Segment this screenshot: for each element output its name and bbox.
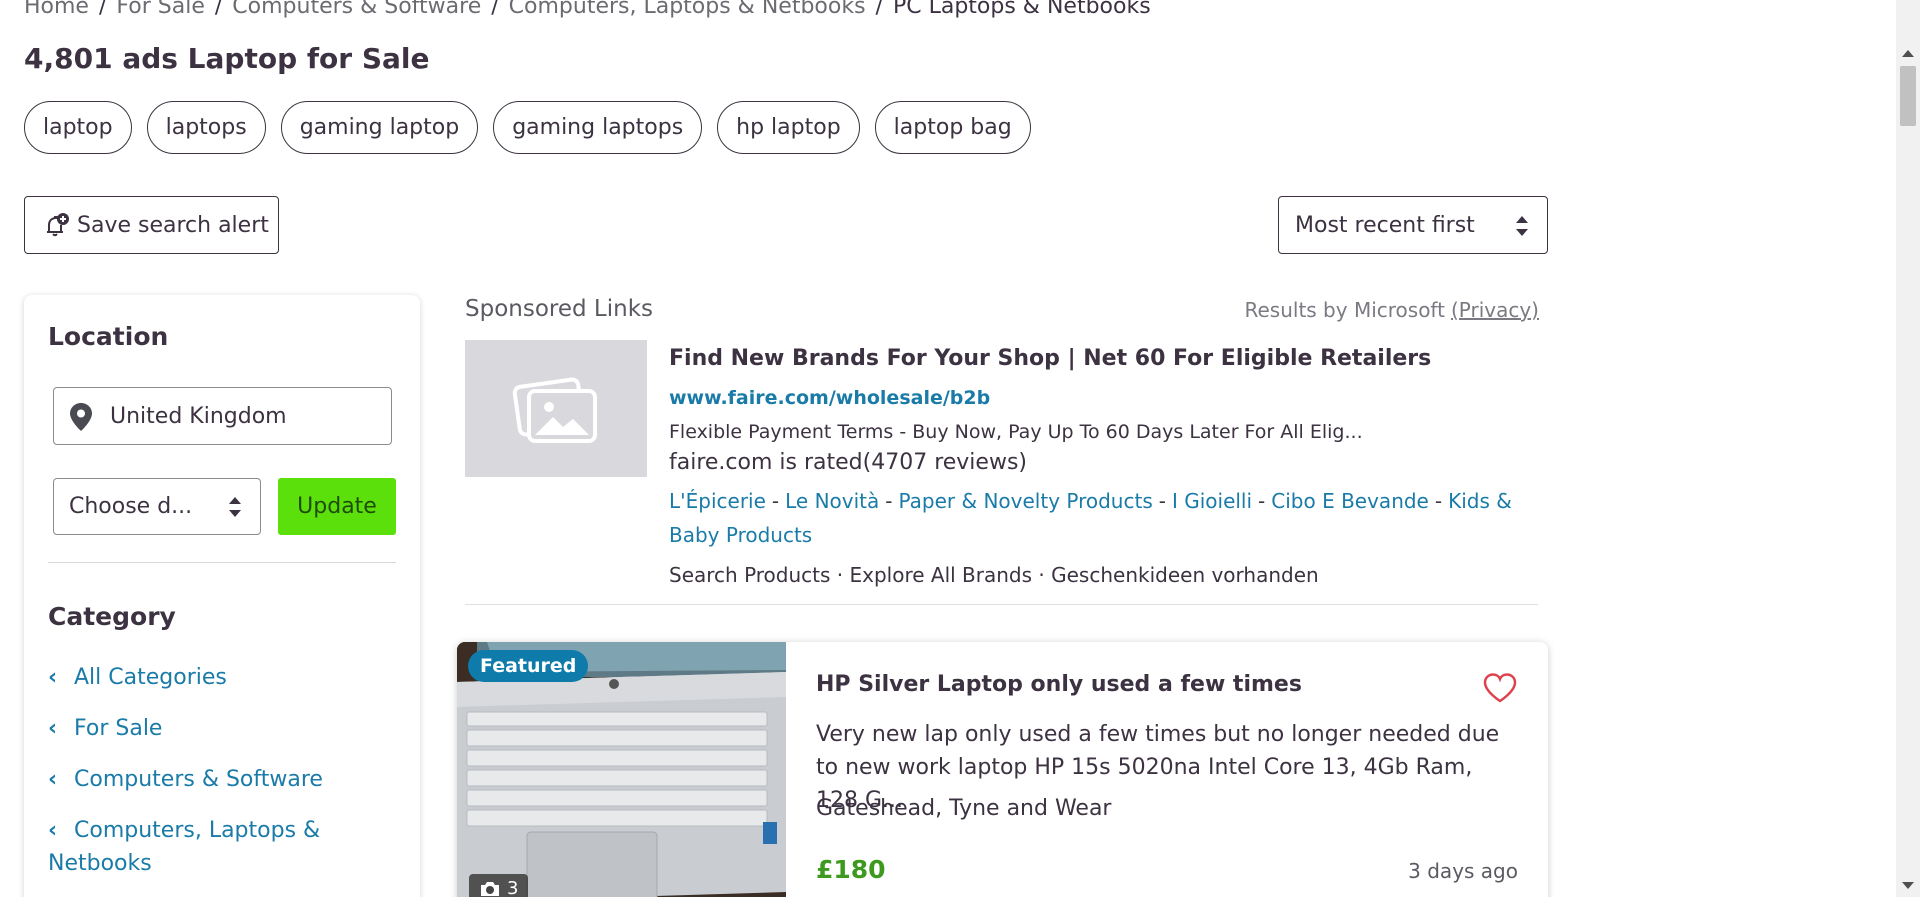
- breadcrumb-computers-software[interactable]: Computers & Software: [232, 0, 481, 19]
- chevron-left-icon: ‹: [48, 818, 58, 843]
- sitelink-separator: -: [885, 489, 893, 513]
- ad-sitelink[interactable]: Paper & Novelty Products: [899, 489, 1153, 513]
- category-item-computers-laptops[interactable]: ‹ Computers, Laptops & Netbooks: [48, 814, 398, 880]
- category-item-all[interactable]: ‹ All Categories: [48, 661, 398, 694]
- breadcrumb-home[interactable]: Home: [24, 0, 89, 19]
- chip-hp-laptop[interactable]: hp laptop: [717, 101, 860, 154]
- breadcrumb-separator: /: [98, 0, 107, 19]
- listing-photo[interactable]: Featured 3: [457, 642, 786, 897]
- listing-time: 3 days ago: [1408, 859, 1518, 883]
- sitelink-separator: -: [1158, 489, 1166, 513]
- listing-card[interactable]: Featured 3 HP Silver Laptop only used a …: [457, 642, 1548, 897]
- category-heading: Category: [48, 602, 176, 631]
- scroll-thumb[interactable]: [1900, 66, 1916, 126]
- chip-gaming-laptops[interactable]: gaming laptops: [493, 101, 703, 154]
- ad-sitelink[interactable]: Cibo E Bevande: [1271, 489, 1429, 513]
- chevron-left-icon: ‹: [48, 767, 58, 792]
- ad-description: Flexible Payment Terms - Buy Now, Pay Up…: [669, 421, 1363, 443]
- sitelink-separator: -: [771, 489, 780, 513]
- save-search-alert-button[interactable]: Save search alert: [24, 196, 279, 254]
- sitelink-separator: -: [1258, 489, 1266, 513]
- category-item-for-sale[interactable]: ‹ For Sale: [48, 712, 398, 745]
- featured-badge: Featured: [468, 650, 589, 682]
- chip-gaming-laptop[interactable]: gaming laptop: [280, 101, 479, 154]
- ad-sitelink[interactable]: L'Épicerie: [669, 489, 766, 513]
- category-item-label: For Sale: [74, 716, 163, 741]
- sponsored-links-heading: Sponsored Links: [465, 296, 653, 322]
- chip-laptop[interactable]: laptop: [24, 101, 132, 154]
- chevron-left-icon: ‹: [48, 665, 58, 690]
- results-by-microsoft: Results by Microsoft (Privacy): [1244, 298, 1539, 322]
- distance-select-value: Choose d...: [69, 494, 193, 519]
- listing-location: Gateshead, Tyne and Wear: [816, 796, 1112, 821]
- chip-laptop-bag[interactable]: laptop bag: [874, 101, 1031, 154]
- ad-divider: [465, 604, 1538, 605]
- category-item-computers-software[interactable]: ‹ Computers & Software: [48, 763, 398, 796]
- sort-select[interactable]: Most recent first: [1278, 196, 1548, 254]
- location-input-value: United Kingdom: [110, 403, 287, 429]
- breadcrumb-separator: /: [875, 0, 883, 19]
- photo-count: 3: [507, 878, 519, 897]
- page-title: 4,801 ads Laptop for Sale: [24, 42, 430, 75]
- bell-plus-icon: [47, 213, 69, 237]
- breadcrumb: Home / For Sale / Computers & Software / Compu…: [24, 0, 1151, 19]
- category-list: ‹ All Categories ‹ For Sale ‹ Computers & S…: [48, 661, 398, 897]
- distance-select[interactable]: Choose d...: [53, 478, 261, 535]
- location-heading: Location: [48, 322, 169, 351]
- page-scrollbar[interactable]: [1896, 0, 1920, 897]
- related-search-chips: laptop laptops gaming laptop gaming lapt…: [24, 101, 1031, 154]
- category-item-label: All Categories: [74, 665, 227, 690]
- update-button[interactable]: Update: [278, 478, 396, 535]
- results-by-label: Results by Microsoft: [1244, 298, 1445, 322]
- ad-sitelink[interactable]: I Gioielli: [1172, 489, 1252, 513]
- image-placeholder-icon: [512, 377, 597, 443]
- heart-icon[interactable]: [1482, 672, 1518, 704]
- breadcrumb-current: PC Laptops & Netbooks: [892, 0, 1151, 19]
- save-search-alert-label: Save search alert: [77, 212, 269, 238]
- ad-rating: faire.com is rated(4707 reviews): [669, 450, 1027, 475]
- category-item-label: Computers, Laptops & Netbooks: [48, 818, 321, 876]
- category-item-label: Computers & Software: [74, 767, 323, 792]
- scroll-up-arrow[interactable]: [1902, 50, 1914, 57]
- listing-price: £180: [816, 855, 886, 884]
- photo-count-badge: 3: [469, 874, 529, 897]
- ad-bottom-links[interactable]: Search Products · Explore All Brands · G…: [669, 563, 1319, 587]
- chip-laptops[interactable]: laptops: [146, 101, 266, 154]
- ad-sitelink[interactable]: Le Novità: [785, 489, 879, 513]
- ad-url-link[interactable]: www.faire.com/wholesale/b2b: [669, 387, 990, 409]
- ad-sitelinks: L'Épicerie - Le Novità - Paper & Novelty Pro…: [669, 484, 1519, 552]
- breadcrumb-for-sale[interactable]: For Sale: [116, 0, 204, 19]
- ad-title-link[interactable]: Find New Brands For Your Shop | Net 60 F…: [669, 346, 1431, 371]
- chevron-left-icon: ‹: [48, 716, 58, 741]
- breadcrumb-computers-laptops[interactable]: Computers, Laptops & Netbooks: [509, 0, 866, 19]
- sort-select-value: Most recent first: [1295, 212, 1475, 238]
- scroll-down-arrow[interactable]: [1902, 882, 1914, 889]
- sitelink-separator: -: [1434, 489, 1443, 513]
- location-input[interactable]: United Kingdom: [53, 387, 392, 445]
- location-pin-icon: [70, 403, 92, 431]
- privacy-link[interactable]: (Privacy): [1451, 298, 1539, 322]
- up-down-arrows-icon: [1516, 216, 1528, 236]
- sidebar-divider: [48, 562, 396, 563]
- filter-sidebar: Location United Kingdom Choose d... Upda…: [24, 295, 420, 897]
- breadcrumb-separator: /: [214, 0, 223, 19]
- camera-icon: [481, 881, 499, 896]
- up-down-arrows-icon: [229, 497, 241, 517]
- listing-title[interactable]: HP Silver Laptop only used a few times: [816, 672, 1302, 697]
- ad-image-placeholder[interactable]: [465, 340, 647, 477]
- breadcrumb-separator: /: [491, 0, 499, 19]
